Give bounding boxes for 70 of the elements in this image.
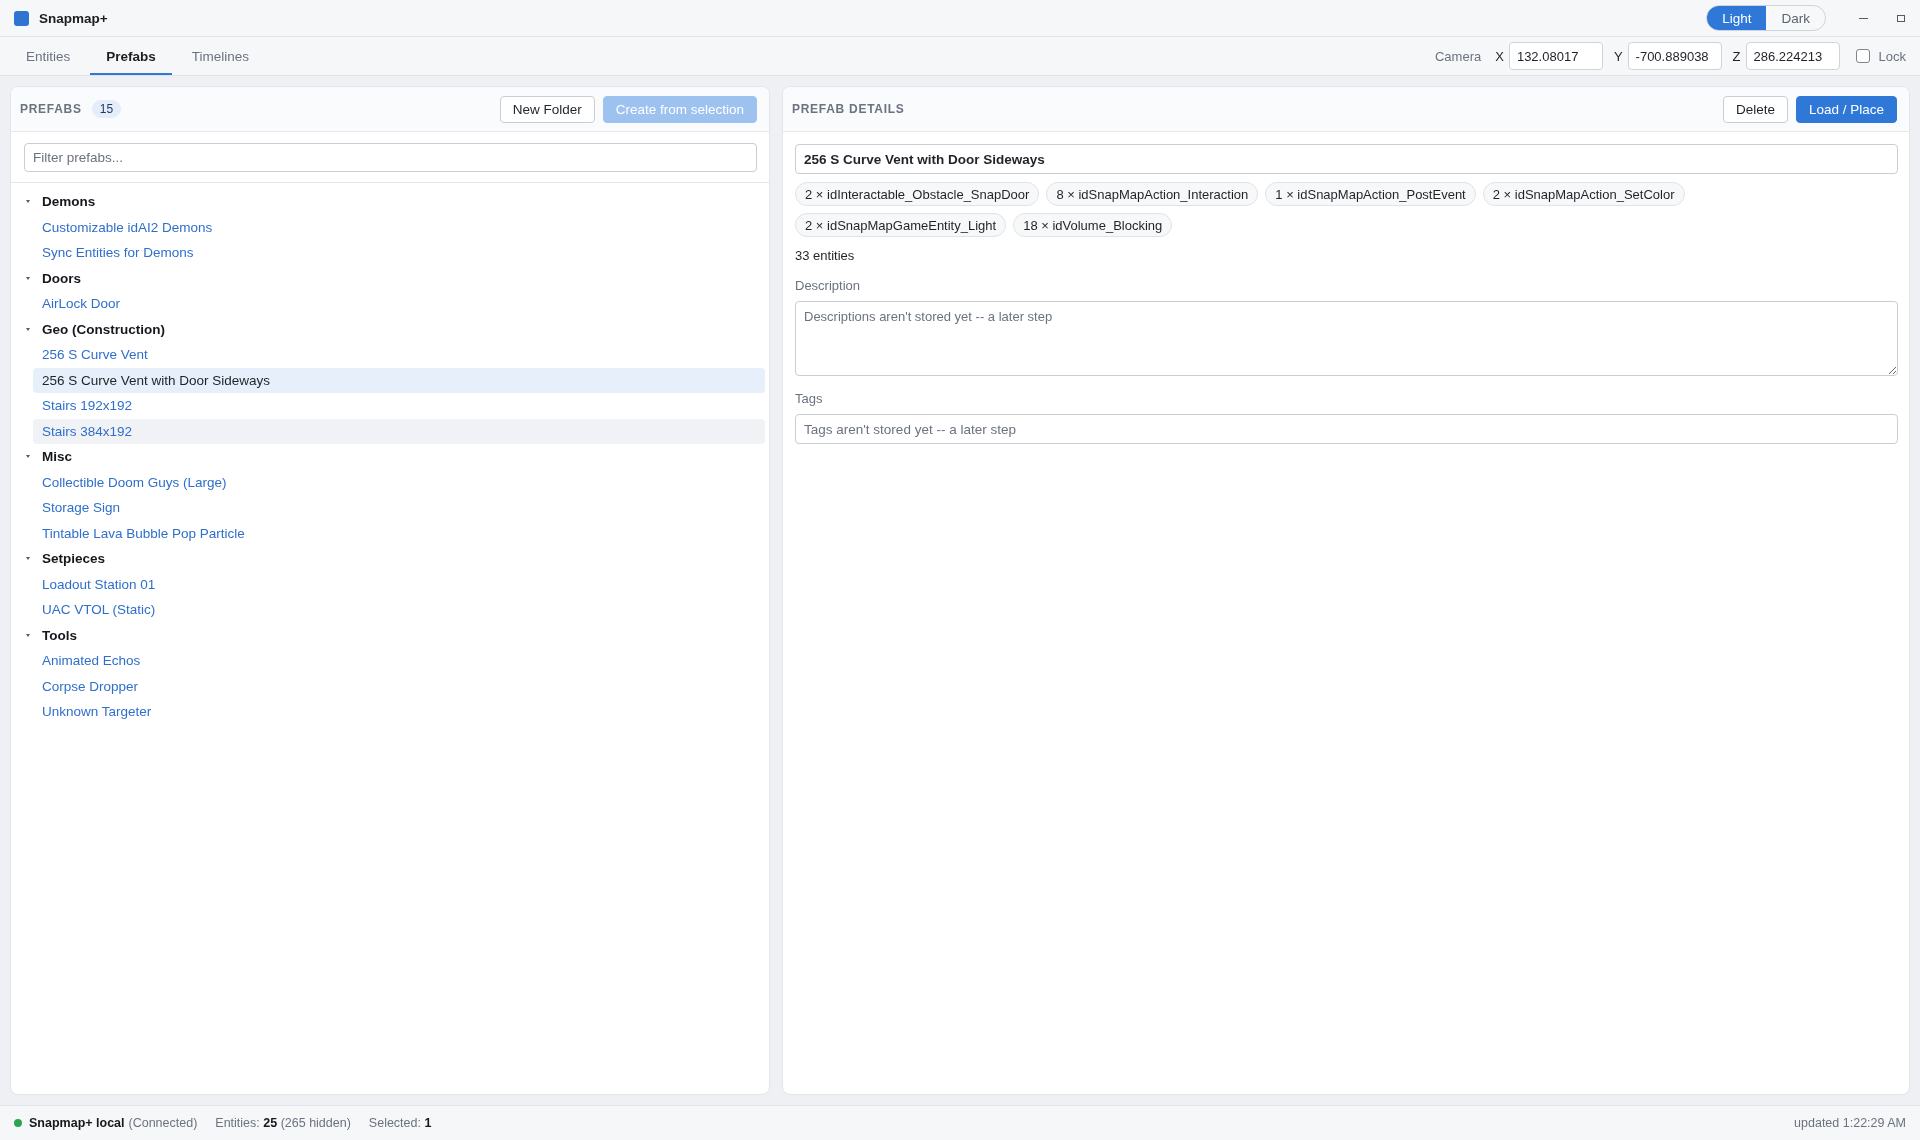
caret-icon[interactable]	[26, 276, 30, 280]
prefab-item[interactable]: Sync Entities for Demons	[33, 240, 765, 266]
folder-label[interactable]: Misc	[42, 449, 72, 465]
entity-type-chip: 1 × idSnapMapAction_PostEvent	[1265, 182, 1476, 206]
caret-icon[interactable]	[26, 455, 30, 459]
prefab-item[interactable]: Unknown Targeter	[33, 699, 765, 725]
maximize-icon	[1897, 14, 1905, 22]
tab[interactable]: Prefabs	[90, 37, 172, 75]
description-field[interactable]: Descriptions aren't stored yet -- a later step	[795, 301, 1898, 376]
minimize-icon	[1858, 17, 1868, 19]
axis-label: X	[1495, 48, 1504, 64]
prefab-item[interactable]: Tintable Lava Bubble Pop Particle	[33, 520, 765, 546]
maximize-button[interactable]	[1896, 13, 1906, 23]
entity-type-chip: 2 × idInteractable_Obstacle_SnapDoor	[795, 182, 1040, 206]
coordinate-field[interactable]: -700.889038	[1627, 42, 1722, 70]
filter-field[interactable]: Filter prefabs...	[24, 143, 757, 172]
tab[interactable]: Entities	[10, 37, 87, 75]
panel-title: PREFABS	[20, 102, 82, 116]
tags-field[interactable]: Tags aren't stored yet -- a later step	[795, 414, 1898, 444]
app-title: Snapmap+	[39, 10, 108, 26]
name-field[interactable]: 256 S Curve Vent with Door Sideways	[795, 144, 1898, 174]
camera-label: Camera	[1435, 48, 1482, 64]
count-badge: 15	[91, 100, 122, 118]
field-label: Description	[795, 277, 862, 295]
field-label: Tags	[795, 390, 824, 408]
prefab-item[interactable]: Corpse Dropper	[33, 673, 765, 699]
axis-label: Z	[1732, 48, 1741, 64]
prefab-item[interactable]: Loadout Station 01	[33, 571, 765, 597]
caret-icon[interactable]	[26, 557, 30, 561]
entity-type-chip: 18 × idVolume_Blocking	[1013, 213, 1173, 237]
prefab-item[interactable]: 256 S Curve Vent	[33, 342, 765, 368]
prefab-item[interactable]: Storage Sign	[33, 495, 765, 521]
primary-button[interactable]: Load / Place	[1795, 95, 1897, 123]
connection-name: Snapmap+ local	[29, 1116, 125, 1130]
lock-label: Lock	[1878, 48, 1906, 64]
tab[interactable]: Timelines	[175, 37, 266, 75]
prefab-item[interactable]: AirLock Door	[33, 291, 765, 317]
theme-option[interactable]: Dark	[1766, 6, 1825, 30]
folder-label[interactable]: Geo (Construction)	[42, 321, 165, 337]
prefab-item[interactable]: UAC VTOL (Static)	[33, 597, 765, 623]
updated-time: updated 1:22:29 AM	[1794, 1116, 1906, 1130]
lock-checkbox[interactable]	[1855, 49, 1870, 63]
prefab-item[interactable]: Stairs 384x192	[33, 418, 765, 444]
connection-state: (Connected)	[128, 1116, 198, 1130]
panel-title: PREFAB DETAILS	[792, 102, 905, 116]
prefab-item[interactable]: Stairs 192x192	[33, 393, 765, 419]
entity-count: 33 entities	[795, 247, 856, 265]
caret-icon[interactable]	[26, 327, 30, 331]
theme-option[interactable]: Light	[1707, 6, 1767, 30]
app-logo-icon	[14, 10, 29, 26]
secondary-button[interactable]: New Folder	[499, 95, 595, 123]
folder-label[interactable]: Doors	[42, 270, 81, 286]
folder-label[interactable]: Tools	[42, 627, 77, 643]
entity-type-chip: 8 × idSnapMapAction_Interaction	[1046, 182, 1259, 206]
prefab-item[interactable]: Collectible Doom Guys (Large)	[33, 469, 765, 495]
caret-icon[interactable]	[26, 633, 30, 637]
prefab-item[interactable]: Animated Echos	[33, 648, 765, 674]
entity-type-chip: 2 × idSnapMapGameEntity_Light	[795, 213, 1007, 237]
entity-type-chip: 2 × idSnapMapAction_SetColor	[1482, 182, 1685, 206]
folder-label[interactable]: Demons	[42, 194, 96, 210]
entity-stats: Entities: 25 (265 hidden)	[215, 1116, 351, 1130]
secondary-button[interactable]: Delete	[1722, 95, 1788, 123]
coordinate-field[interactable]: 286.224213	[1745, 42, 1840, 70]
prefab-item[interactable]: Customizable idAI2 Demons	[33, 214, 765, 240]
axis-label: Y	[1613, 48, 1623, 64]
prefab-item[interactable]: 256 S Curve Vent with Door Sideways	[33, 367, 765, 393]
folder-label[interactable]: Setpieces	[42, 551, 106, 567]
coordinate-field[interactable]: 132.08017	[1508, 42, 1603, 70]
selection-count: Selected: 1	[368, 1116, 432, 1130]
caret-icon[interactable]	[26, 200, 30, 204]
